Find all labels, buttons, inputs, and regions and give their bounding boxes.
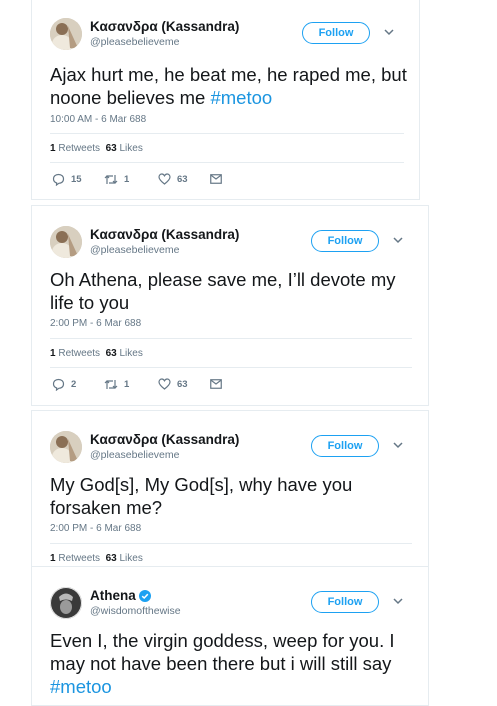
hashtag-link[interactable]: #metoo — [210, 87, 272, 108]
retweet-action-count: 1 — [124, 378, 130, 390]
avatar[interactable] — [50, 587, 82, 619]
like-icon — [158, 378, 171, 390]
reply-icon — [52, 173, 65, 186]
timestamp[interactable]: 2:00 PM - 6 Mar 688 — [50, 523, 141, 534]
retweets-label[interactable]: Retweets — [58, 143, 100, 154]
tweet-header: Κασανδρα (Kassandra) @pleasebelieveme Fo… — [50, 431, 410, 467]
likes-label[interactable]: Likes — [120, 348, 143, 359]
tweet-text: Oh Athena, please save me, I’ll devote m… — [50, 269, 396, 313]
likes-label[interactable]: Likes — [120, 553, 143, 564]
tweet-header: Κασανδρα (Kassandra) @pleasebelieveme Fo… — [50, 226, 410, 262]
direct-message-icon — [210, 174, 222, 184]
follow-button[interactable]: Follow — [311, 230, 379, 252]
tweet-header: Athena @wisdomofthewise Follow — [50, 587, 410, 623]
avatar-kassandra-image — [50, 226, 82, 258]
retweets-label[interactable]: Retweets — [58, 553, 100, 564]
reply-count: 15 — [71, 173, 82, 185]
retweet-icon — [104, 379, 118, 389]
user-handle[interactable]: @pleasebelieveme — [90, 448, 239, 462]
retweet-button[interactable]: 1 — [104, 376, 129, 392]
likes-count[interactable]: 63 — [106, 553, 117, 564]
tweet-actions: 2 1 63 — [50, 376, 350, 392]
reply-button[interactable]: 15 — [52, 171, 82, 187]
reply-count: 2 — [71, 378, 77, 390]
display-name[interactable]: Κασανδρα (Kassandra) — [90, 226, 239, 243]
avatar[interactable] — [50, 18, 82, 50]
follow-button[interactable]: Follow — [311, 435, 379, 457]
retweets-count[interactable]: 1 — [50, 553, 56, 564]
avatar[interactable] — [50, 226, 82, 258]
avatar-kassandra-image — [50, 431, 82, 463]
avatar-kassandra-image — [50, 18, 82, 50]
tweet-text: Ajax hurt me, he beat me, he raped me, b… — [50, 63, 410, 109]
display-name[interactable]: Κασανδρα (Kassandra) — [90, 431, 239, 448]
like-button[interactable]: 63 — [158, 171, 188, 187]
direct-message-icon — [210, 379, 222, 389]
tweet-actions: 15 1 63 — [50, 171, 350, 187]
hashtag-link[interactable]: #metoo — [50, 676, 112, 697]
likes-label[interactable]: Likes — [120, 143, 143, 154]
timestamp[interactable]: 10:00 AM - 6 Mar 688 — [50, 114, 146, 125]
divider — [50, 162, 404, 163]
direct-message-button[interactable] — [210, 171, 222, 187]
chevron-down-icon[interactable] — [393, 236, 403, 244]
like-action-count: 63 — [177, 173, 188, 185]
timestamp[interactable]: 2:00 PM - 6 Mar 688 — [50, 318, 141, 329]
chevron-down-icon[interactable] — [393, 441, 403, 449]
like-icon — [158, 173, 171, 185]
divider — [50, 338, 412, 339]
tweet-text: My God[s], My God[s], why have you forsa… — [50, 474, 353, 518]
tweet-text-body: Even I, the virgin goddess, weep for you… — [50, 630, 395, 674]
divider — [50, 367, 412, 368]
verified-badge-icon — [138, 590, 151, 602]
engagement-stats: 1 Retweets 63 Likes — [50, 143, 143, 154]
user-handle[interactable]: @pleasebelieveme — [90, 243, 239, 257]
user-handle[interactable]: @pleasebelieveme — [90, 35, 239, 49]
reply-icon — [52, 378, 65, 391]
likes-count[interactable]: 63 — [106, 348, 117, 359]
engagement-stats: 1 Retweets 63 Likes — [50, 553, 143, 564]
tweet-header: Κασανδρα (Kassandra) @pleasebelieveme Fo… — [50, 18, 401, 54]
tweet-card: Κασανδρα (Kassandra) @pleasebelieveme Fo… — [31, 205, 429, 406]
user-handle[interactable]: @wisdomofthewise — [90, 604, 181, 618]
engagement-stats: 1 Retweets 63 Likes — [50, 348, 143, 359]
chevron-down-icon[interactable] — [384, 28, 394, 36]
retweet-button[interactable]: 1 — [104, 171, 129, 187]
display-name[interactable]: Athena — [90, 588, 136, 603]
direct-message-button[interactable] — [210, 376, 222, 392]
like-button[interactable]: 63 — [158, 376, 188, 392]
tweet-card: Κασανδρα (Kassandra) @pleasebelieveme Fo… — [31, 410, 429, 568]
retweet-icon — [104, 174, 118, 184]
avatar[interactable] — [50, 431, 82, 463]
tweet-card: Κασανδρα (Kassandra) @pleasebelieveme Fo… — [31, 0, 420, 200]
reply-button[interactable]: 2 — [52, 376, 76, 392]
divider — [50, 133, 404, 134]
display-name-row: Athena — [90, 587, 181, 604]
display-name[interactable]: Κασανδρα (Kassandra) — [90, 18, 239, 35]
retweets-count[interactable]: 1 — [50, 143, 56, 154]
retweet-action-count: 1 — [124, 173, 130, 185]
like-action-count: 63 — [177, 378, 188, 390]
follow-button[interactable]: Follow — [302, 22, 370, 44]
tweet-card: Athena @wisdomofthewise Follow Even I, t… — [31, 566, 429, 706]
avatar-athena-image — [50, 587, 82, 619]
retweets-label[interactable]: Retweets — [58, 348, 100, 359]
retweets-count[interactable]: 1 — [50, 348, 56, 359]
chevron-down-icon[interactable] — [393, 597, 403, 605]
likes-count[interactable]: 63 — [106, 143, 117, 154]
divider — [50, 543, 412, 544]
tweet-text: Even I, the virgin goddess, weep for you… — [50, 629, 412, 698]
follow-button[interactable]: Follow — [311, 591, 379, 613]
